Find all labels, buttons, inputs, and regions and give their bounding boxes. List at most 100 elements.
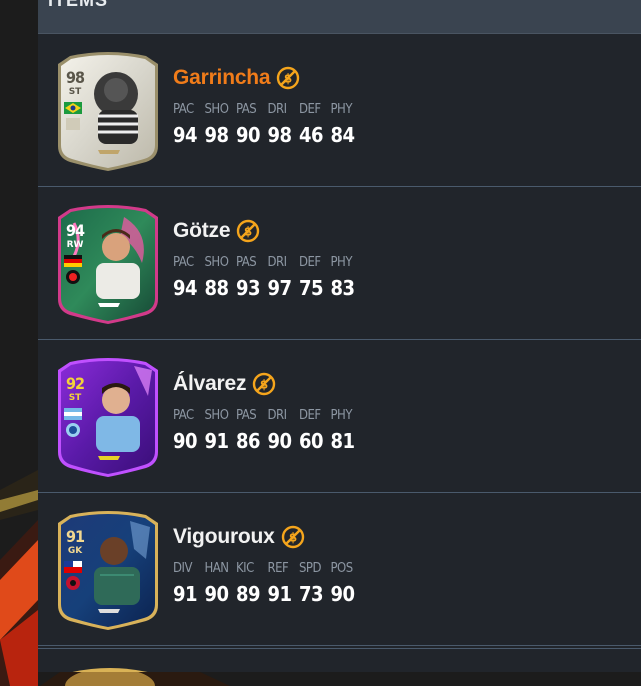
- card-position: ST: [68, 393, 82, 403]
- stat-value: 60: [299, 429, 324, 453]
- stat-label: PHY: [330, 408, 353, 423]
- stat-label: DEF: [299, 255, 321, 270]
- stat: DIV 91: [173, 561, 205, 606]
- untradeable-icon: $: [277, 66, 300, 90]
- card-position: ST: [68, 87, 82, 97]
- stat: SPD 73: [299, 561, 331, 606]
- name-row: Garrincha $: [173, 64, 300, 92]
- stat: PAS 93: [236, 255, 268, 300]
- untradeable-icon: $: [281, 525, 304, 549]
- stat-label: REF: [267, 561, 289, 576]
- stat: PAS 90: [236, 102, 268, 147]
- stat-value: 84: [330, 123, 356, 147]
- stats-row: DIV 91 HAN 90 KIC 89 REF 91 SPD 73 POS 90: [173, 561, 362, 606]
- stat: PHY 84: [331, 102, 363, 147]
- stat: DRI 90: [268, 408, 300, 453]
- list-item[interactable]: 92 ST Álvarez $ PAC 90 SHO 91 PAS 86 DRI 90 …: [38, 340, 641, 493]
- stat-label: POS: [330, 561, 354, 576]
- stat: SHO 91: [205, 408, 237, 453]
- stat-value: 75: [299, 276, 324, 300]
- stat: PHY 83: [331, 255, 363, 300]
- stat-label: PAC: [173, 102, 194, 117]
- stat-value: 98: [267, 123, 293, 147]
- card-rating: 94: [65, 221, 85, 240]
- stat: SHO 88: [205, 255, 237, 300]
- stat-value: 90: [330, 582, 356, 606]
- card-rating: 92: [65, 374, 85, 393]
- stat-label: PAC: [173, 408, 194, 423]
- stat: DRI 97: [268, 255, 300, 300]
- items-panel: ITEMS 98 ST Garrincha PAC 94 SHO 98 PAS …: [38, 0, 641, 672]
- stat: KIC 89: [236, 561, 268, 606]
- player-name: Álvarez: [173, 372, 247, 395]
- stat-value: 90: [267, 429, 293, 453]
- stat-value: 73: [299, 582, 324, 606]
- stat-label: SPD: [299, 561, 321, 576]
- stat-label: PAS: [236, 102, 257, 117]
- card-position: RW: [66, 240, 84, 250]
- player-card[interactable]: 92 ST: [54, 356, 162, 478]
- stat-value: 88: [204, 276, 230, 300]
- stat-label: PHY: [330, 102, 353, 117]
- player-name: Garrincha: [173, 66, 271, 89]
- list-item[interactable]: 94 RW Götze $ PAC 94 SHO 88 PAS 93 DRI 97 DE…: [38, 187, 641, 340]
- stat-label: PHY: [330, 255, 353, 270]
- stat: PAS 86: [236, 408, 268, 453]
- stat-value: 91: [204, 429, 230, 453]
- stats-row: PAC 94 SHO 98 PAS 90 DRI 98 DEF 46 PHY 84: [173, 102, 362, 147]
- stat: REF 91: [268, 561, 300, 606]
- list-item[interactable]: 98 ST Garrincha $ PAC 94 SHO 98 PAS 90 DRI 9…: [38, 34, 641, 187]
- stat: DEF 60: [299, 408, 331, 453]
- untradeable-icon: $: [253, 372, 276, 396]
- stat-label: KIC: [236, 561, 254, 576]
- stat-value: 90: [236, 123, 261, 147]
- stat-label: PAS: [236, 408, 257, 423]
- stat-value: 93: [236, 276, 261, 300]
- stat: DEF 75: [299, 255, 331, 300]
- stat-label: SHO: [204, 408, 229, 423]
- stat-label: DEF: [299, 408, 321, 423]
- card-position: GK: [67, 546, 83, 556]
- panel-header: ITEMS: [38, 0, 641, 34]
- stats-row: PAC 90 SHO 91 PAS 86 DRI 90 DEF 60 PHY 81: [173, 408, 362, 453]
- card-rating: 91: [65, 527, 85, 546]
- stat-value: 46: [299, 123, 324, 147]
- stat-label: SHO: [204, 102, 229, 117]
- stat-label: PAS: [236, 255, 257, 270]
- stats-row: PAC 94 SHO 88 PAS 93 DRI 97 DEF 75 PHY 83: [173, 255, 362, 300]
- stat-value: 90: [173, 429, 198, 453]
- panel-title: ITEMS: [48, 0, 109, 10]
- name-row: Götze $: [173, 217, 260, 245]
- stat-value: 89: [236, 582, 261, 606]
- stat: SHO 98: [205, 102, 237, 147]
- stat-label: DRI: [267, 408, 288, 423]
- player-name: Götze: [173, 219, 231, 242]
- next-list-item-peek[interactable]: [38, 648, 641, 672]
- stat-label: DRI: [267, 255, 288, 270]
- stat-value: 81: [330, 429, 356, 453]
- stat: HAN 90: [205, 561, 237, 606]
- stat-label: HAN: [204, 561, 230, 576]
- stat-label: SHO: [204, 255, 229, 270]
- untradeable-icon: $: [237, 219, 260, 243]
- stat: PAC 90: [173, 408, 205, 453]
- player-card[interactable]: 94 RW: [54, 203, 162, 325]
- name-row: Álvarez $: [173, 370, 276, 398]
- player-card[interactable]: 91 GK: [54, 509, 162, 631]
- stat-value: 83: [330, 276, 356, 300]
- stat-value: 86: [236, 429, 261, 453]
- list-item[interactable]: 91 GK Vigouroux $ DIV 91 HAN 90 KIC 89 REF 9…: [38, 493, 641, 646]
- stat: POS 90: [331, 561, 363, 606]
- card-rating: 98: [65, 68, 85, 87]
- stat: PAC 94: [173, 255, 205, 300]
- stat-value: 98: [204, 123, 230, 147]
- stat-label: PAC: [173, 255, 194, 270]
- stat-value: 94: [173, 123, 198, 147]
- stat-value: 90: [204, 582, 230, 606]
- player-name: Vigouroux: [173, 525, 275, 548]
- name-row: Vigouroux $: [173, 523, 305, 551]
- stat-label: DRI: [267, 102, 288, 117]
- stat-label: DEF: [299, 102, 321, 117]
- player-card[interactable]: 98 ST: [54, 50, 162, 172]
- stat: PHY 81: [331, 408, 363, 453]
